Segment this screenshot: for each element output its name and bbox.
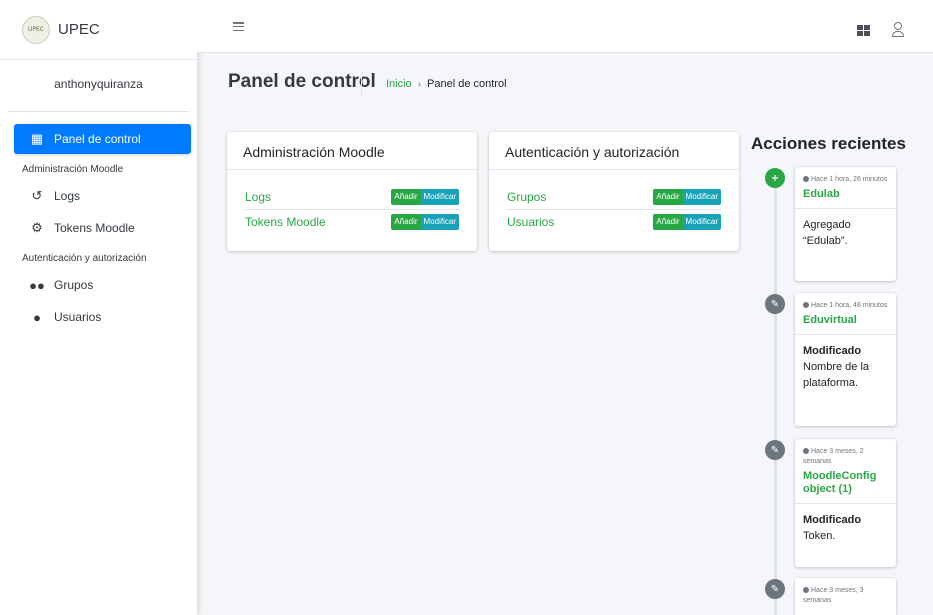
grid-icon[interactable] (857, 25, 870, 36)
timeline-object-link[interactable]: MoodleConfig object (1) (795, 467, 896, 504)
clock-icon (803, 302, 809, 308)
model-row-tokens: Tokens Moodle Añadir Modificar (245, 209, 459, 234)
timeline-line (774, 175, 777, 615)
brand-name: UPEC (58, 21, 100, 38)
timeline-item: Hace 3 meses, 3 semanas (795, 578, 896, 615)
time-text: Hace 1 hora, 48 minutos (811, 302, 888, 309)
app-card-moodle: Administración Moodle Logs Añadir Modifi… (227, 132, 477, 251)
model-link[interactable]: Tokens Moodle (245, 215, 326, 229)
timeline-detail: Modificado Token. (795, 504, 896, 552)
model-link[interactable]: Logs (245, 190, 271, 204)
timeline-detail: Modificado Nombre de la plataforma. (795, 335, 896, 399)
clock-icon (803, 448, 809, 454)
sidebar-item-tokens[interactable]: ⚙ Tokens Moodle (14, 213, 191, 243)
app-card-auth: Autenticación y autorización Grupos Añad… (489, 132, 739, 251)
edit-icon: ✎ (765, 294, 785, 314)
sidebar-item-label: Tokens Moodle (54, 221, 135, 235)
time-text: Hace 3 meses, 2 semanas (803, 448, 864, 465)
page-title: Panel de control (228, 71, 376, 92)
detail-text: Nombre de la plataforma. (803, 361, 870, 389)
sidebar-item-logs[interactable]: ↺ Logs (14, 181, 191, 211)
model-row-users: Usuarios Añadir Modificar (507, 209, 721, 234)
timeline-time: Hace 1 hora, 26 minutos (795, 167, 896, 185)
recent-actions-title: Acciones recientes (751, 134, 906, 153)
sidebar-item-label: Panel de control (54, 132, 141, 146)
user-menu-icon[interactable] (891, 22, 905, 38)
sidebar-item-label: Grupos (54, 278, 94, 292)
history-icon: ↺ (31, 188, 43, 203)
breadcrumb-separator: › (417, 78, 422, 90)
user-name[interactable]: anthonyquiranza (54, 77, 143, 91)
model-link[interactable]: Usuarios (507, 215, 554, 229)
time-text: Hace 3 meses, 3 semanas (803, 587, 864, 604)
users-group-icon: ●● (29, 277, 45, 293)
edit-button[interactable]: Modificar (682, 214, 721, 230)
sidebar-header-moodle: Administración Moodle (22, 164, 124, 175)
title-divider (361, 72, 362, 96)
edit-button[interactable]: Modificar (420, 214, 459, 230)
add-button[interactable]: Añadir (391, 188, 421, 205)
sidebar-item-label: Usuarios (54, 310, 102, 324)
brand-link[interactable]: UPEC UPEC (0, 0, 197, 60)
sidebar-item-users[interactable]: ● Usuarios (14, 302, 191, 332)
hamburger-icon[interactable] (233, 22, 244, 31)
timeline-time: Hace 3 meses, 3 semanas (795, 578, 896, 606)
timeline-item: Hace 1 hora, 48 minutos Eduvirtual Modif… (795, 293, 896, 426)
sidebar: UPEC UPEC anthonyquiranza ▦ Panel de con… (0, 0, 197, 615)
dashboard-icon: ▦ (30, 131, 44, 146)
edit-button[interactable]: Modificar (682, 188, 721, 205)
detail-text: Token. (803, 530, 836, 542)
user-panel[interactable]: anthonyquiranza (8, 60, 189, 112)
model-row-logs: Logs Añadir Modificar (245, 184, 459, 209)
timeline-detail: Agregado “Edulab”. (795, 209, 896, 257)
edit-icon: ✎ (765, 579, 785, 599)
sidebar-item-label: Logs (54, 189, 81, 203)
action-text: Modificado (803, 345, 862, 357)
cogs-icon: ⚙ (31, 220, 43, 235)
breadcrumb-current: Panel de control (427, 78, 507, 90)
sidebar-header-auth: Autenticación y autorización (22, 253, 147, 264)
action-text: Modificado (803, 514, 862, 526)
plus-icon: + (765, 168, 785, 188)
add-button[interactable]: Añadir (653, 214, 683, 230)
card-title: Autenticación y autorización (489, 132, 739, 170)
edit-button[interactable]: Modificar (420, 188, 459, 205)
sidebar-nav: ▦ Panel de control Administración Moodle… (0, 112, 197, 332)
timeline-time: Hace 3 meses, 2 semanas (795, 439, 896, 467)
timeline-item: Hace 1 hora, 26 minutos Edulab Agregado … (795, 167, 896, 281)
sidebar-item-groups[interactable]: ●● Grupos (14, 270, 191, 300)
clock-icon (803, 176, 809, 182)
breadcrumb: Inicio › Panel de control (386, 78, 507, 90)
add-button[interactable]: Añadir (653, 188, 683, 205)
sidebar-item-dashboard[interactable]: ▦ Panel de control (14, 124, 191, 154)
timeline-object-link[interactable]: Eduvirtual (795, 311, 896, 335)
breadcrumb-home-link[interactable]: Inicio (386, 78, 412, 90)
edit-icon: ✎ (765, 440, 785, 460)
card-title: Administración Moodle (227, 132, 477, 170)
add-button[interactable]: Añadir (391, 214, 421, 230)
timeline-time: Hace 1 hora, 48 minutos (795, 293, 896, 311)
detail-text: Agregado “Edulab”. (803, 219, 851, 247)
timeline-object-link[interactable]: Edulab (795, 185, 896, 209)
user-icon: ● (33, 309, 41, 325)
model-link[interactable]: Grupos (507, 190, 546, 204)
time-text: Hace 1 hora, 26 minutos (811, 176, 888, 183)
model-row-groups: Grupos Añadir Modificar (507, 184, 721, 209)
timeline-item: Hace 3 meses, 2 semanas MoodleConfig obj… (795, 439, 896, 567)
clock-icon (803, 587, 809, 593)
top-navbar (197, 0, 933, 53)
brand-logo: UPEC (22, 15, 50, 44)
